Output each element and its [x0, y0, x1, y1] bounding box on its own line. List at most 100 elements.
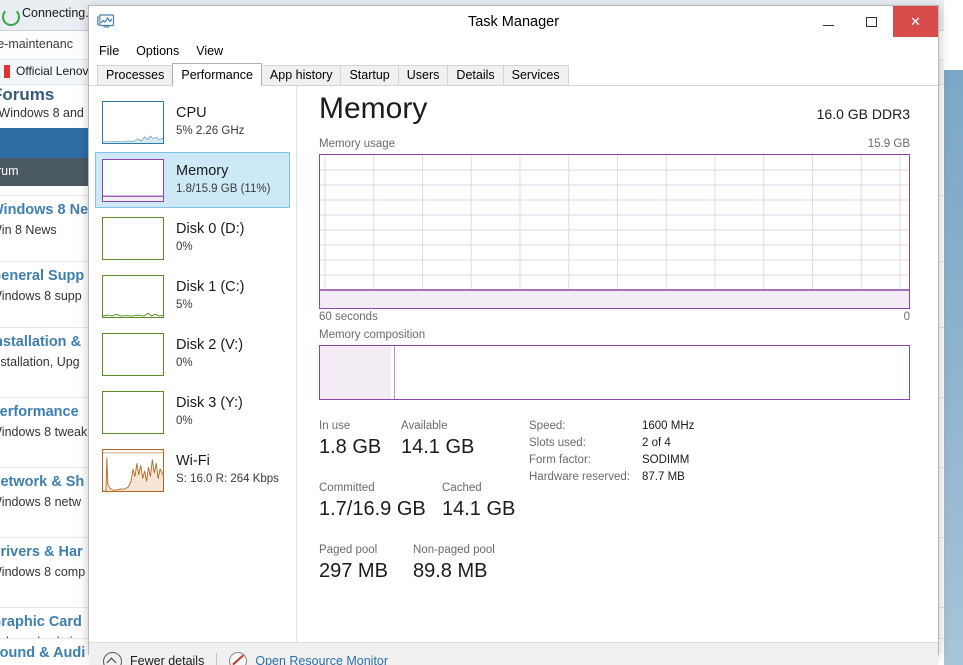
sidebar-item-memory[interactable]: Memory 1.8/15.9 GB (11%): [95, 152, 290, 208]
minimize-button[interactable]: [807, 6, 850, 37]
tab-processes[interactable]: Processes: [97, 65, 174, 85]
resource-sidebar: CPU 5% 2.26 GHz Memory 1.8/15.9 GB (11%): [89, 86, 297, 642]
stat-in-use: In use 1.8 GB: [319, 418, 381, 460]
forum-nav-label: orum: [0, 164, 19, 178]
tab-startup[interactable]: Startup: [340, 65, 399, 85]
sidebar-item-sub: 0%: [176, 241, 193, 253]
usage-caption-row: Memory usage 15.9 GB: [319, 138, 910, 154]
page-title: Memory: [319, 92, 428, 125]
tab-users[interactable]: Users: [397, 65, 449, 85]
menu-view[interactable]: View: [196, 44, 223, 58]
sidebar-item-label: Wi-Fi: [176, 453, 210, 469]
tab-details[interactable]: Details: [447, 65, 504, 85]
stat-committed: Committed 1.7/16.9 GB: [319, 480, 426, 522]
forum-row-title[interactable]: Drivers & Har: [0, 544, 83, 560]
hw-value: 87.7 MB: [642, 471, 685, 483]
axis-left-label: 60 seconds: [319, 311, 378, 323]
maximize-button[interactable]: [850, 6, 893, 37]
memory-usage-graph: [319, 154, 910, 309]
sidebar-text: Disk 2 (V:) 0%: [176, 337, 243, 371]
forum-blue-band: [0, 128, 92, 158]
sidebar-item-disk-0[interactable]: Disk 0 (D:) 0%: [95, 210, 290, 266]
sidebar-item-disk-1[interactable]: Disk 1 (C:) 5%: [95, 268, 290, 324]
sidebar-text: Disk 1 (C:) 5%: [176, 279, 244, 313]
tab-strip: Processes Performance App history Startu…: [89, 63, 938, 86]
hw-row-speed: Speed: 1600 MHz: [529, 420, 799, 437]
graph-axis-row: 60 seconds 0: [319, 309, 910, 329]
sidebar-item-disk-2[interactable]: Disk 2 (V:) 0%: [95, 326, 290, 382]
title-bar[interactable]: Task Manager ✕: [89, 6, 938, 39]
close-icon: ✕: [910, 13, 921, 29]
disk3-sparkline: [102, 390, 164, 434]
stat-label: Cached: [442, 482, 482, 494]
tab-app-history[interactable]: App history: [260, 65, 342, 85]
disk2-sparkline: [102, 332, 164, 376]
stat-label: In use: [319, 420, 351, 432]
hw-key: Slots used:: [529, 437, 586, 449]
forum-row-title[interactable]: Performance: [0, 404, 79, 420]
sidebar-item-wifi[interactable]: Wi-Fi S: 16.0 R: 264 Kbps: [95, 442, 290, 498]
stat-value: 297 MB: [319, 560, 388, 582]
forum-row-title[interactable]: Network & Sh: [0, 474, 84, 490]
sidebar-item-label: Disk 2 (V:): [176, 337, 244, 353]
wifi-sparkline: [102, 448, 164, 492]
memory-sparkline: [102, 158, 164, 202]
sidebar-item-label: Memory: [176, 163, 229, 179]
memory-detail-panel: Memory 16.0 GB DDR3 Memory usage 15.9 GB: [297, 86, 938, 642]
memory-composition-bar[interactable]: [319, 345, 910, 400]
menu-bar: File Options View: [89, 39, 938, 63]
forum-row-title[interactable]: Sound & Audi: [0, 645, 85, 661]
sidebar-item-cpu[interactable]: CPU 5% 2.26 GHz: [95, 94, 290, 150]
forum-row-desc: Windows 8 supp: [0, 289, 82, 303]
stat-value: 14.1 GB: [401, 436, 475, 458]
composition-segment-modified[interactable]: [390, 346, 396, 399]
hardware-info-table: Speed: 1600 MHz Slots used: 2 of 4 Form …: [529, 420, 799, 488]
tab-services[interactable]: Services: [502, 65, 569, 85]
bookmark-label[interactable]: Official Lenovo: [16, 64, 95, 78]
stat-label: Available: [401, 420, 448, 432]
menu-options[interactable]: Options: [136, 44, 179, 58]
disk0-sparkline: [102, 216, 164, 260]
forum-row-desc: Windows 8 tweak: [0, 425, 88, 439]
sidebar-text: Memory 1.8/15.9 GB (11%): [176, 163, 270, 197]
window-controls: ✕: [807, 6, 938, 37]
stat-value: 89.8 MB: [413, 560, 488, 582]
chevron-up-circle-icon[interactable]: [103, 651, 122, 665]
sidebar-item-sub: 1.8/15.9 GB (11%): [176, 183, 271, 195]
hw-value: 2 of 4: [642, 437, 671, 449]
stat-label: Non-paged pool: [413, 544, 495, 556]
sidebar-item-sub: 0%: [176, 357, 193, 369]
close-button[interactable]: ✕: [893, 6, 938, 37]
sidebar-item-sub: 5% 2.26 GHz: [176, 125, 245, 137]
stat-cached: Cached 14.1 GB: [442, 480, 515, 522]
forum-row-desc: Installation, Upg: [0, 355, 80, 369]
task-manager-window: Task Manager ✕ File Options View Process…: [88, 5, 939, 665]
stat-paged-pool: Paged pool 297 MB: [319, 542, 388, 584]
hw-value: SODIMM: [642, 454, 690, 466]
hw-row-hardware-reserved: Hardware reserved: 87.7 MB: [529, 471, 799, 488]
forum-row-title[interactable]: General Supp: [0, 268, 84, 284]
sidebar-text: Disk 3 (Y:) 0%: [176, 395, 243, 429]
fewer-details-button[interactable]: Fewer details: [130, 654, 204, 665]
footer-separator: [216, 653, 218, 665]
forum-row-desc: Windows 8 netw: [0, 495, 82, 509]
composition-segment-in-use[interactable]: [320, 346, 392, 399]
browser-tab-label[interactable]: Connecting.: [22, 6, 89, 20]
hw-value: 1600 MHz: [642, 420, 695, 432]
forum-row-title[interactable]: Windows 8 Ne: [0, 202, 88, 218]
open-resource-monitor-link[interactable]: Open Resource Monitor: [255, 654, 388, 665]
resource-monitor-icon: [229, 652, 248, 665]
address-bar-value[interactable]: nce-maintenanc: [0, 37, 73, 51]
forum-row-title[interactable]: Graphic Card: [0, 614, 82, 630]
sidebar-item-label: Disk 0 (D:): [176, 221, 245, 237]
tab-performance[interactable]: Performance: [172, 63, 262, 86]
sidebar-item-sub: 0%: [176, 415, 193, 427]
hardware-summary: 16.0 GB DDR3: [816, 106, 910, 122]
forum-row-title[interactable]: Installation &: [0, 334, 81, 350]
hw-row-form-factor: Form factor: SODIMM: [529, 454, 799, 471]
menu-file[interactable]: File: [99, 44, 119, 58]
sidebar-item-label: Disk 1 (C:): [176, 279, 245, 295]
hw-key: Form factor:: [529, 454, 591, 466]
sidebar-item-disk-3[interactable]: Disk 3 (Y:) 0%: [95, 384, 290, 440]
stat-value: 14.1 GB: [442, 498, 516, 520]
